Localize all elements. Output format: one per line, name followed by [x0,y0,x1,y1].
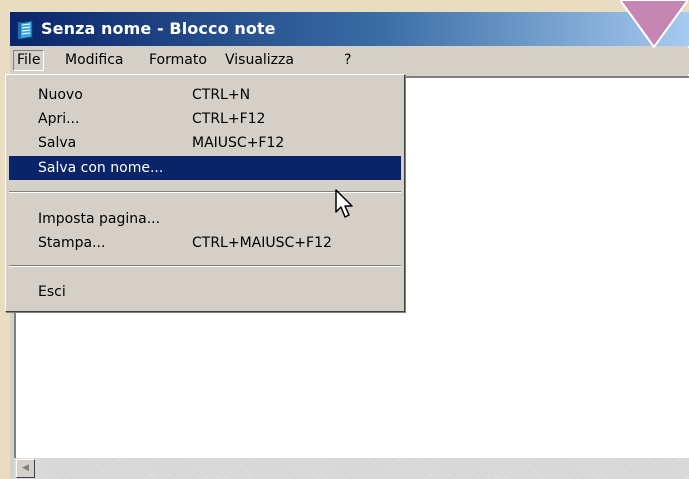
menu-item-label: Stampa... [38,235,106,251]
menu-item-stampa[interactable]: Stampa... CTRL+MAIUSC+F12 [9,231,401,255]
menu-help[interactable]: ? [341,51,354,70]
mouse-pointer-icon [335,189,353,218]
menu-separator [9,265,401,267]
menu-item-label: Nuovo [38,87,83,103]
menu-modifica[interactable]: Modifica [62,51,127,70]
menu-item-shortcut: CTRL+N [192,87,251,103]
window-title: Senza nome - Blocco note [41,19,276,38]
menu-item-label: Salva con nome... [38,160,164,176]
menu-visualizza[interactable]: Visualizza [222,51,297,70]
menu-item-label: Salva [38,135,77,151]
menu-item-nuovo[interactable]: Nuovo CTRL+N [9,83,401,107]
horizontal-scrollbar[interactable]: ◀ [14,458,689,479]
menu-file[interactable]: File [13,50,45,71]
menu-item-esci[interactable]: Esci [9,280,401,304]
scroll-left-arrow-icon[interactable]: ◀ [16,459,35,478]
menu-item-salva-con-nome[interactable]: Salva con nome... [9,156,401,180]
menu-item-shortcut: MAIUSC+F12 [192,135,285,151]
notepad-icon [18,20,33,40]
title-bar[interactable]: Senza nome - Blocco note [10,12,689,46]
menu-bar: File Modifica Formato Visualizza ? [10,48,689,74]
menu-item-salva[interactable]: Salva MAIUSC+F12 [9,131,401,155]
menu-formato[interactable]: Formato [146,51,210,70]
down-triangle-marker [620,0,688,48]
menu-item-label: Apri... [38,111,80,127]
menu-item-shortcut: CTRL+F12 [192,111,266,127]
menu-item-apri[interactable]: Apri... CTRL+F12 [9,107,401,131]
menu-item-label: Esci [38,284,66,300]
menu-item-shortcut: CTRL+MAIUSC+F12 [192,235,332,251]
menu-item-label: Imposta pagina... [38,211,161,227]
